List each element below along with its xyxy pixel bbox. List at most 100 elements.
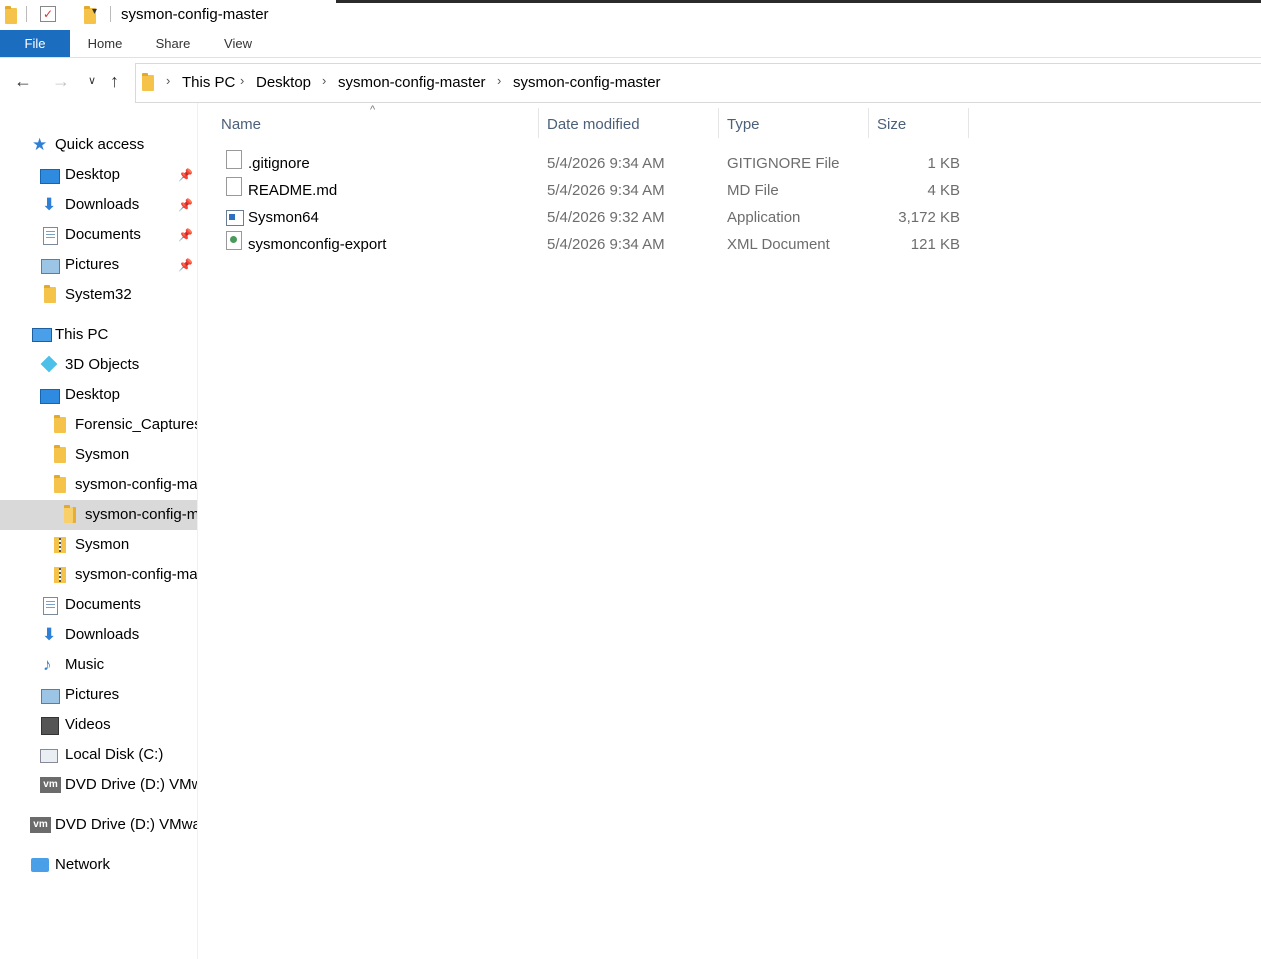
network-icon	[31, 858, 49, 872]
nav-sysmon-config-master-zip[interactable]: sysmon-config-master	[0, 560, 197, 590]
file-size: 4 KB	[927, 182, 960, 199]
nav-quick-pictures[interactable]: Pictures 📌	[0, 250, 197, 280]
nav-item-label: sysmon-config-master	[75, 476, 198, 493]
tab-share[interactable]: Share	[148, 30, 198, 57]
nav-item-label: System32	[65, 286, 132, 303]
nav-documents[interactable]: Documents	[0, 590, 197, 620]
file-type: Application	[727, 209, 801, 226]
breadcrumb-sysmon-config-master[interactable]: sysmon-config-master	[338, 74, 486, 91]
column-header-type[interactable]: Type	[727, 114, 760, 140]
breadcrumb-separator-icon[interactable]: ›	[166, 73, 170, 88]
desktop-icon	[40, 389, 60, 404]
nav-music[interactable]: ♪ Music	[0, 650, 197, 680]
nav-item-label: Videos	[65, 716, 111, 733]
nav-item-label: DVD Drive (D:) VMware Tools	[55, 816, 197, 833]
column-divider[interactable]	[868, 108, 869, 138]
nav-item-label: Local Disk (C:)	[65, 746, 164, 763]
nav-3d-objects[interactable]: 3D Objects	[0, 350, 197, 380]
column-divider[interactable]	[538, 108, 539, 138]
column-header-name[interactable]: Name	[221, 114, 261, 140]
nav-sysmon-config-master-selected[interactable]: sysmon-config-master	[0, 500, 197, 530]
nav-local-disk-c[interactable]: Local Disk (C:)	[0, 740, 197, 770]
navigation-pane: ★ Quick access Desktop 📌 ⬇ Downloads 📌 D…	[0, 103, 198, 959]
nav-quick-documents[interactable]: Documents 📌	[0, 220, 197, 250]
nav-item-label: Downloads	[65, 626, 140, 643]
nav-item-label: Downloads	[65, 196, 140, 213]
nav-pictures[interactable]: Pictures	[0, 680, 197, 710]
nav-item-label: This PC	[55, 326, 109, 343]
nav-quick-access[interactable]: ★ Quick access	[0, 130, 197, 160]
breadcrumb-separator-icon[interactable]: ›	[322, 73, 326, 88]
nav-item-label: Documents	[65, 226, 141, 243]
videos-icon	[41, 717, 59, 735]
file-size: 1 KB	[927, 155, 960, 172]
file-row[interactable]: sysmonconfig-export 5/4/2026 9:34 AM XML…	[220, 231, 970, 258]
vmware-icon: vm	[30, 817, 51, 833]
up-arrow-icon[interactable]: ↑	[110, 71, 119, 92]
pc-icon	[32, 328, 52, 342]
ribbon-tabs: File Home Share View	[0, 30, 1261, 58]
breadcrumb-current-folder[interactable]: sysmon-config-master	[513, 74, 661, 91]
nav-item-label: Documents	[65, 596, 141, 613]
nav-forensic-captures[interactable]: Forensic_Captures	[0, 410, 197, 440]
nav-dvd-drive-d[interactable]: vm DVD Drive (D:) VMware Tools	[0, 770, 197, 800]
forward-arrow-icon[interactable]: →	[52, 71, 70, 92]
nav-system32[interactable]: System32	[0, 280, 197, 310]
disk-icon	[40, 749, 58, 763]
recent-locations-chevron-icon[interactable]: ∨	[88, 74, 96, 87]
nav-quick-downloads[interactable]: ⬇ Downloads 📌	[0, 190, 197, 220]
back-arrow-icon[interactable]: ←	[14, 71, 32, 92]
pin-icon[interactable]: 📌	[178, 190, 193, 220]
file-row[interactable]: .gitignore 5/4/2026 9:34 AM GITIGNORE Fi…	[220, 150, 970, 177]
nav-sysmon-zip[interactable]: Sysmon	[0, 530, 197, 560]
nav-item-label: Pictures	[65, 686, 120, 703]
folder-icon	[5, 6, 17, 24]
file-row[interactable]: README.md 5/4/2026 9:34 AM MD File 4 KB	[220, 177, 970, 204]
column-divider[interactable]	[718, 108, 719, 138]
column-header-date-modified[interactable]: Date modified	[547, 114, 640, 140]
file-name: Sysmon64	[248, 209, 319, 226]
nav-item-label: Network	[55, 856, 111, 873]
address-bar[interactable]: › This PC › Desktop › sysmon-config-mast…	[135, 63, 1261, 103]
nav-item-label: Sysmon	[75, 536, 130, 553]
tab-home[interactable]: Home	[80, 30, 130, 57]
title-bar-accent	[336, 0, 1261, 3]
properties-icon[interactable]: ✓	[40, 6, 56, 22]
tab-view[interactable]: View	[215, 30, 261, 57]
column-header-size[interactable]: Size	[877, 114, 906, 140]
documents-icon	[43, 227, 58, 245]
breadcrumb-separator-icon[interactable]: ›	[240, 73, 244, 88]
nav-sysmon[interactable]: Sysmon	[0, 440, 197, 470]
file-type: GITIGNORE File	[727, 155, 840, 172]
xml-document-icon	[226, 231, 242, 250]
customize-toolbar-icon[interactable]: ▾	[92, 6, 97, 17]
folder-open-icon	[64, 505, 76, 523]
pin-icon[interactable]: 📌	[178, 160, 193, 190]
divider	[110, 6, 111, 22]
nav-videos[interactable]: Videos	[0, 710, 197, 740]
tab-file[interactable]: File	[0, 30, 70, 57]
vmware-icon: vm	[40, 777, 61, 793]
3d-objects-icon	[40, 355, 58, 373]
documents-icon	[43, 597, 58, 615]
file-row[interactable]: Sysmon64 5/4/2026 9:32 AM Application 3,…	[220, 204, 970, 231]
nav-network[interactable]: Network	[0, 850, 197, 880]
column-divider[interactable]	[968, 108, 969, 138]
downloads-icon: ⬇	[42, 195, 57, 214]
pictures-icon	[41, 689, 60, 704]
nav-quick-desktop[interactable]: Desktop 📌	[0, 160, 197, 190]
file-size: 121 KB	[910, 236, 960, 253]
nav-dvd-drive-d-root[interactable]: vm DVD Drive (D:) VMware Tools	[0, 810, 197, 840]
nav-desktop[interactable]: Desktop	[0, 380, 197, 410]
folder-icon	[54, 415, 66, 433]
pin-icon[interactable]: 📌	[178, 250, 193, 280]
downloads-icon: ⬇	[42, 625, 57, 644]
breadcrumb-separator-icon[interactable]: ›	[497, 73, 501, 88]
sort-ascending-icon: ^	[370, 104, 376, 116]
pin-icon[interactable]: 📌	[178, 220, 193, 250]
nav-this-pc[interactable]: This PC	[0, 320, 197, 350]
breadcrumb-this-pc[interactable]: This PC	[182, 74, 235, 91]
breadcrumb-desktop[interactable]: Desktop	[256, 74, 311, 91]
nav-downloads[interactable]: ⬇ Downloads	[0, 620, 197, 650]
nav-sysmon-config-master[interactable]: sysmon-config-master	[0, 470, 197, 500]
